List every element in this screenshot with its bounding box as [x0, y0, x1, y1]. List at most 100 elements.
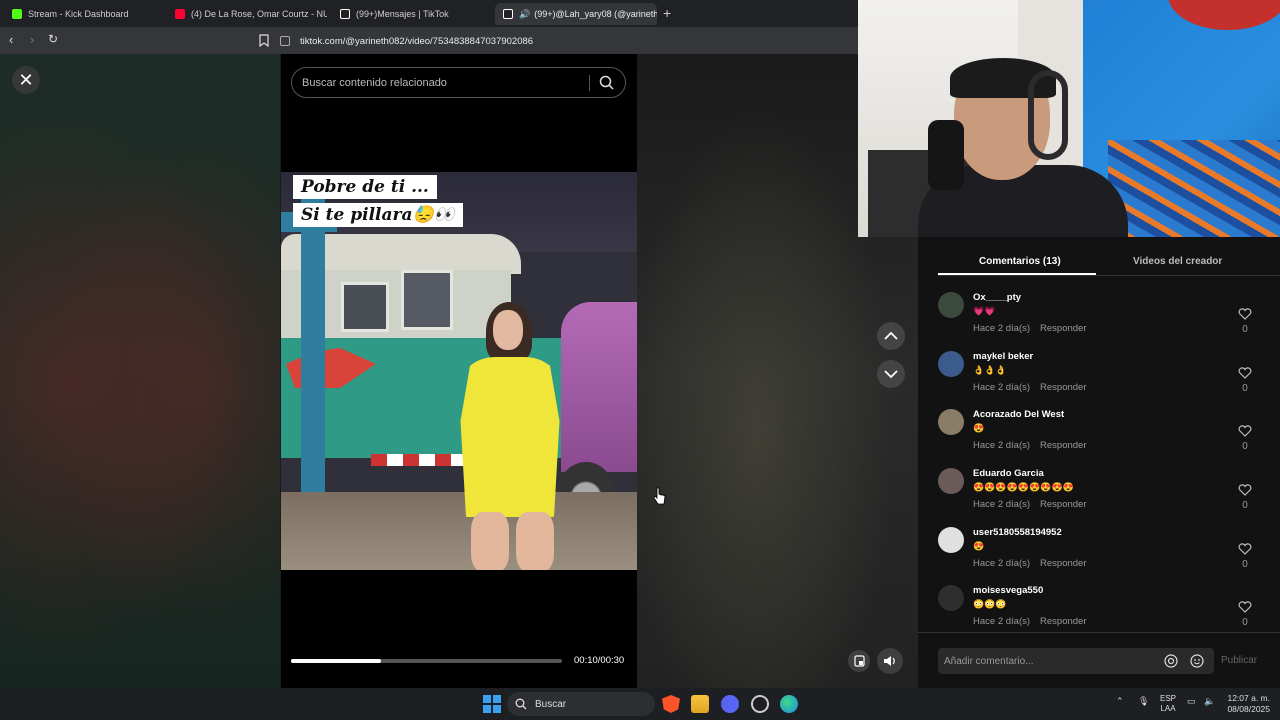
heart-icon[interactable]	[1238, 601, 1252, 613]
discord-icon[interactable]	[721, 695, 739, 713]
floating-player-icon	[853, 655, 865, 667]
volume-icon[interactable]: 🔈	[1204, 696, 1215, 707]
comment-meta: Hace 2 día(s) Responder	[973, 440, 1087, 451]
tab-creator-videos[interactable]: Videos del creador	[1133, 256, 1222, 267]
volume-button[interactable]	[877, 648, 903, 674]
webcam-microphone	[928, 120, 964, 190]
comment-item: Acorazado Del West 😍 Hace 2 día(s) Responde…	[938, 409, 1258, 465]
comment-time: Hace 2 día(s)	[973, 499, 1031, 510]
tab-label: (99+)Mensajes | TikTok	[356, 9, 449, 19]
edge-browser-icon[interactable]	[780, 695, 798, 713]
comment-username[interactable]: Eduardo Garcia	[973, 468, 1044, 479]
file-explorer-icon[interactable]	[691, 695, 709, 713]
like-count: 0	[1242, 500, 1248, 511]
clock-date: 08/08/2025	[1227, 704, 1270, 714]
tab-kick-dashboard[interactable]: Stream - Kick Dashboard	[4, 3, 164, 25]
tab-tiktok-messages[interactable]: (99+)Mensajes | TikTok	[332, 3, 492, 25]
taskbar-clock[interactable]: 12:07 a. m. 08/08/2025	[1226, 693, 1270, 715]
avatar[interactable]	[938, 527, 964, 553]
comment-item: Eduardo Garcia 😍😍😍😍😍😍😍😍😍 Hace 2 día(s) Resp…	[938, 468, 1258, 524]
comment-text: 💗💗	[973, 306, 996, 316]
heart-icon[interactable]	[1238, 425, 1252, 437]
site-info-icon[interactable]	[280, 36, 290, 46]
volume-icon	[884, 656, 895, 666]
taskbar-search[interactable]: Buscar	[507, 692, 655, 716]
lang-code: ESP	[1160, 694, 1177, 703]
avatar[interactable]	[938, 351, 964, 377]
bus-window	[341, 282, 389, 332]
video-progress-fill	[291, 659, 382, 663]
avatar[interactable]	[938, 468, 964, 494]
caption-line-2: Si te pillara😓👀	[293, 203, 463, 227]
video-time: 00:10/00:30	[574, 655, 625, 666]
comment-username[interactable]: Ox____pty	[973, 292, 1021, 303]
panel-divider	[918, 632, 1280, 633]
keyboard-language[interactable]: ESP LAA	[1160, 694, 1176, 714]
tab-tiktok-video[interactable]: 🔊 (99+)@Lah_yary08 (@yarineth ✕	[495, 3, 657, 25]
search-icon[interactable]	[599, 75, 614, 90]
heart-icon[interactable]	[1238, 484, 1252, 496]
reply-button[interactable]: Responder	[1040, 323, 1086, 334]
comment-meta: Hace 2 día(s) Responder	[973, 558, 1087, 569]
reply-button[interactable]: Responder	[1040, 616, 1086, 627]
avatar[interactable]	[938, 292, 964, 318]
like-count: 0	[1242, 383, 1248, 394]
address-bar[interactable]: tiktok.com/@yarineth082/video/7534838847…	[280, 31, 858, 51]
like-count: 0	[1242, 441, 1248, 452]
like-count: 0	[1242, 559, 1248, 570]
tiktok-icon	[340, 9, 350, 19]
comment-text: 😍	[973, 423, 985, 433]
comment-text: 😍	[973, 541, 985, 551]
publish-button[interactable]: Publicar	[1221, 655, 1257, 666]
kick-icon	[12, 9, 22, 19]
comment-username[interactable]: user5180558194952	[973, 527, 1062, 538]
yellow-dress	[460, 357, 560, 517]
bookmark-icon[interactable]	[259, 34, 269, 47]
tab-divider	[938, 275, 1280, 276]
tab-label: Stream - Kick Dashboard	[28, 9, 129, 19]
taskbar-search-label: Buscar	[535, 698, 567, 710]
back-icon[interactable]: ‹	[9, 32, 13, 47]
like-count: 0	[1242, 324, 1248, 335]
comment-username[interactable]: maykel beker	[973, 351, 1033, 362]
avatar[interactable]	[938, 409, 964, 435]
network-icon[interactable]: ▭	[1187, 696, 1196, 707]
mention-icon[interactable]	[1164, 654, 1178, 668]
reply-button[interactable]: Responder	[1040, 382, 1086, 393]
leg	[471, 512, 509, 570]
microphone-icon[interactable]: 🎙	[1138, 696, 1149, 707]
heart-icon[interactable]	[1238, 308, 1252, 320]
next-video-button[interactable]	[877, 360, 905, 388]
reply-button[interactable]: Responder	[1040, 558, 1086, 569]
close-icon: ✕	[18, 69, 34, 90]
search-divider	[589, 75, 590, 91]
comment-text: 😳😳😳	[973, 599, 1007, 609]
previous-video-button[interactable]	[877, 322, 905, 350]
comment-username[interactable]: moisesvega550	[973, 585, 1043, 596]
reply-button[interactable]: Responder	[1040, 499, 1086, 510]
video-progress-bar[interactable]	[291, 659, 562, 663]
new-tab-button[interactable]: +	[663, 5, 671, 21]
reply-button[interactable]: Responder	[1040, 440, 1086, 451]
comment-meta: Hace 2 día(s) Responder	[973, 499, 1087, 510]
windows-start-icon[interactable]	[483, 695, 501, 713]
app-icon[interactable]	[751, 695, 769, 713]
tab-comments[interactable]: Comentarios (13)	[979, 256, 1061, 267]
ground	[281, 492, 637, 570]
search-input[interactable]: Buscar contenido relacionado	[291, 67, 626, 98]
chevron-up-icon[interactable]: ⌃	[1116, 696, 1124, 707]
mini-player-button[interactable]	[848, 650, 870, 672]
heart-icon[interactable]	[1238, 543, 1252, 555]
heart-icon[interactable]	[1238, 367, 1252, 379]
comment-username[interactable]: Acorazado Del West	[973, 409, 1064, 420]
forward-icon[interactable]: ›	[30, 32, 34, 47]
comment-meta: Hace 2 día(s) Responder	[973, 382, 1087, 393]
tab-youtube[interactable]: (4) De La Rose, Omar Courtz - NUBE	[167, 3, 327, 25]
comment-time: Hace 2 día(s)	[973, 558, 1031, 569]
emoji-icon[interactable]	[1190, 654, 1204, 668]
comment-time: Hace 2 día(s)	[973, 440, 1031, 451]
close-video-button[interactable]: ✕	[12, 66, 40, 94]
lang-layout: LAA	[1160, 704, 1176, 713]
reload-icon[interactable]: ↻	[48, 32, 58, 46]
avatar[interactable]	[938, 585, 964, 611]
